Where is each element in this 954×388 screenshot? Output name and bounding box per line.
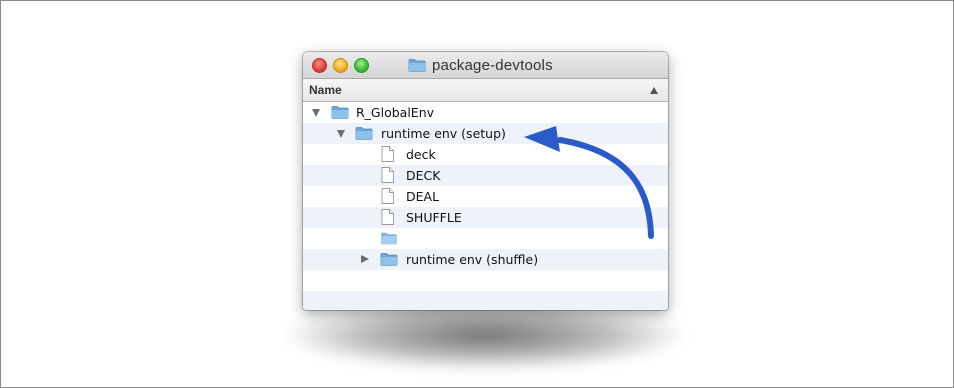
document-icon: [381, 167, 394, 183]
tree-row-runtime-env-shuffle[interactable]: runtime env (shuffle): [303, 249, 668, 270]
finder-window: package-devtools Name R_GlobalEnv runtim…: [303, 52, 668, 310]
window-title-text: package-devtools: [432, 56, 553, 74]
tree-row-label: runtime env (deal): [406, 231, 523, 246]
minimize-button[interactable]: [333, 58, 348, 73]
folder-icon: [355, 127, 373, 140]
zoom-button[interactable]: [354, 58, 369, 73]
column-header[interactable]: Name: [303, 79, 668, 102]
tree-row-label: R_GlobalEnv: [356, 105, 435, 120]
document-icon: [381, 188, 394, 204]
tree-row-r-globalenv[interactable]: R_GlobalEnv: [303, 102, 668, 123]
empty-row: [303, 270, 668, 291]
outline-list: R_GlobalEnv runtime env (setup) deck DEC…: [303, 102, 668, 310]
folder-icon: [380, 253, 398, 266]
triangle-down-icon[interactable]: [337, 130, 345, 138]
folder-icon: [380, 232, 398, 245]
triangle-down-icon[interactable]: [312, 109, 320, 117]
folder-icon: [408, 59, 426, 72]
name-column-header[interactable]: Name: [309, 83, 342, 97]
tree-row-label: deck: [406, 147, 436, 162]
triangle-right-icon[interactable]: [361, 255, 369, 263]
document-icon: [381, 209, 394, 225]
tree-row-deck[interactable]: deck: [303, 144, 668, 165]
empty-row: [303, 291, 668, 310]
tree-row-deal[interactable]: DEAL: [303, 186, 668, 207]
tree-row-label: SHUFFLE: [406, 210, 462, 225]
tree-row-runtime-env-setup[interactable]: runtime env (setup): [303, 123, 668, 144]
tree-row-shuffle[interactable]: SHUFFLE: [303, 207, 668, 228]
title-bar[interactable]: package-devtools: [303, 52, 668, 79]
folder-icon: [331, 106, 349, 119]
tree-row-label: DEAL: [406, 189, 440, 204]
tree-row-runtime-env-deal[interactable]: runtime env (deal): [303, 228, 668, 249]
window-drop-shadow: [285, 300, 685, 370]
triangle-right-icon[interactable]: [361, 234, 369, 242]
close-button[interactable]: [312, 58, 327, 73]
tree-row-label: runtime env (shuffle): [406, 252, 539, 267]
tree-row-label: DECK: [406, 168, 441, 183]
window-title: package-devtools: [408, 55, 553, 75]
document-icon: [381, 146, 394, 162]
tree-row-label: runtime env (setup): [381, 126, 506, 141]
sort-ascending-icon[interactable]: [650, 87, 658, 94]
tree-row-deck-upper[interactable]: DECK: [303, 165, 668, 186]
